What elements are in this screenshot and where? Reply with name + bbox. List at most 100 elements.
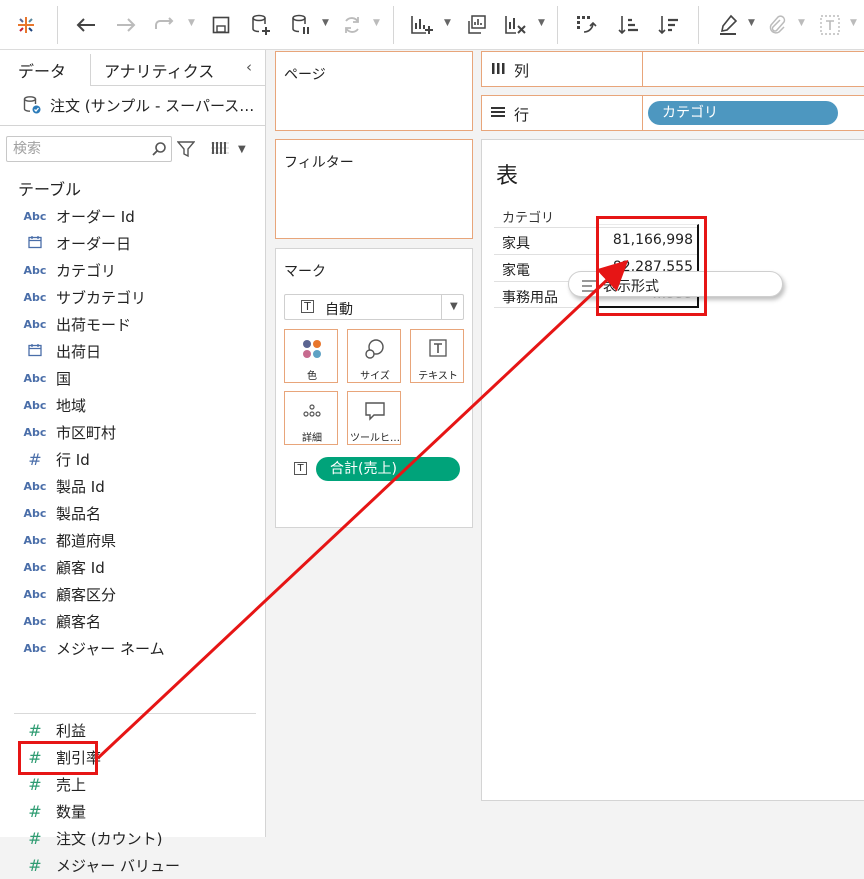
tableau-logo-icon[interactable] xyxy=(12,12,40,38)
toolbar-separator xyxy=(57,6,58,44)
highlight-caret-icon[interactable]: ▼ xyxy=(748,18,755,28)
tab-data[interactable]: データ xyxy=(18,58,66,82)
mark-type-dropdown[interactable]: T 自動 ▼ xyxy=(284,294,464,320)
new-datasource-icon[interactable] xyxy=(247,12,275,38)
columns-shelf-label: 列 xyxy=(482,52,643,86)
toolbar: ▼ ▼ ▼ ▼ ▼ ▼ ▼ ▼ xyxy=(0,0,864,50)
color-button[interactable]: 色 xyxy=(284,329,338,383)
text-button[interactable]: テキスト xyxy=(410,329,464,383)
redo-icon[interactable] xyxy=(112,12,140,38)
filters-shelf[interactable]: フィルター xyxy=(275,139,473,239)
field-item[interactable]: Abc オーダー Id xyxy=(0,203,266,230)
columns-icon xyxy=(490,60,506,80)
field-item[interactable]: Abc 出荷モード xyxy=(0,311,266,338)
data-pane-tabs: データ アナリティクス ‹ xyxy=(0,50,266,86)
refresh-caret-icon[interactable]: ▼ xyxy=(373,18,380,28)
sort-descending-icon[interactable] xyxy=(654,12,682,38)
category-column-header[interactable]: カテゴリ xyxy=(502,207,554,226)
sheet-title: 表 xyxy=(496,164,519,189)
detail-button[interactable]: 詳細 xyxy=(284,391,338,445)
replay-caret-icon[interactable]: ▼ xyxy=(188,18,195,28)
string-type-icon: Abc xyxy=(23,507,47,520)
field-item[interactable]: Abc メジャー ネーム xyxy=(0,635,266,662)
view-caret-icon[interactable]: ▼ xyxy=(238,144,246,155)
datasource-item[interactable]: 注文 (サンプル - スーパース… xyxy=(22,94,262,116)
filters-title: フィルター xyxy=(284,155,354,171)
field-item[interactable]: Abc 都道府県 xyxy=(0,527,266,554)
date-type-icon xyxy=(22,343,48,360)
size-button[interactable]: サイズ xyxy=(347,329,401,383)
filter-icon[interactable] xyxy=(176,140,196,162)
field-item[interactable]: Abc 顧客名 xyxy=(0,608,266,635)
dropdown-divider xyxy=(441,295,442,319)
view-list-icon[interactable] xyxy=(210,140,230,160)
field-item[interactable]: Abc 地域 xyxy=(0,392,266,419)
annotation-highlight-values xyxy=(596,216,707,316)
marks-title: マーク xyxy=(284,264,326,280)
divider xyxy=(0,125,266,126)
dimension-measure-divider xyxy=(14,713,256,714)
sort-ascending-icon[interactable] xyxy=(614,12,642,38)
number-type-icon: # xyxy=(28,450,42,469)
pause-caret-icon[interactable]: ▼ xyxy=(322,18,329,28)
field-item[interactable]: 出荷日 xyxy=(0,338,266,365)
label-icon[interactable] xyxy=(816,12,844,38)
field-item[interactable]: # 注文 (カウント) xyxy=(0,825,266,852)
duplicate-icon[interactable] xyxy=(462,12,490,38)
toolbar-separator xyxy=(698,6,699,44)
rows-shelf[interactable]: 行 カテゴリ xyxy=(481,95,864,131)
swap-rows-columns-icon[interactable] xyxy=(572,12,600,38)
field-item-quantity[interactable]: # 数量 xyxy=(0,798,266,825)
search-input[interactable] xyxy=(13,139,143,159)
new-worksheet-caret-icon[interactable]: ▼ xyxy=(444,18,451,28)
field-item[interactable]: # メジャー バリュー xyxy=(0,852,266,879)
field-item[interactable]: Abc 国 xyxy=(0,365,266,392)
collapse-pane-icon[interactable]: ‹ xyxy=(246,58,252,76)
field-item[interactable]: Abc 市区町村 xyxy=(0,419,266,446)
clear-sheet-icon[interactable] xyxy=(502,12,530,38)
label-caret-icon[interactable]: ▼ xyxy=(850,18,857,28)
field-item[interactable]: # 利益 xyxy=(0,717,266,744)
highlight-icon[interactable] xyxy=(714,12,742,38)
annotation-highlight-quantity xyxy=(18,741,98,775)
format-icon xyxy=(581,278,597,297)
pages-title: ページ xyxy=(284,67,326,83)
field-item[interactable]: Abc 製品名 xyxy=(0,500,266,527)
search-icon[interactable] xyxy=(151,141,167,161)
clear-caret-icon[interactable]: ▼ xyxy=(538,18,545,28)
search-box[interactable] xyxy=(6,136,172,162)
toolbar-separator xyxy=(557,6,558,44)
text-encoding-icon: T xyxy=(294,462,307,475)
field-item[interactable]: Abc サブカテゴリ xyxy=(0,284,266,311)
field-item[interactable]: Abc 顧客 Id xyxy=(0,554,266,581)
string-type-icon: Abc xyxy=(23,480,47,493)
pages-shelf[interactable]: ページ xyxy=(275,51,473,131)
pause-updates-icon[interactable] xyxy=(287,12,315,38)
field-item[interactable]: オーダー日 xyxy=(0,230,266,257)
refresh-icon[interactable] xyxy=(338,12,366,38)
group-icon[interactable] xyxy=(764,12,790,38)
text-mark-icon: T xyxy=(301,300,314,313)
field-item[interactable]: Abc カテゴリ xyxy=(0,257,266,284)
field-item[interactable]: # 売上 xyxy=(0,771,266,798)
category-pill[interactable]: カテゴリ xyxy=(648,101,838,125)
measure-type-icon: # xyxy=(28,856,42,875)
detail-icon xyxy=(285,400,339,426)
tooltip-button[interactable]: ツールヒ… xyxy=(347,391,401,445)
field-item[interactable]: Abc 製品 Id xyxy=(0,473,266,500)
string-type-icon: Abc xyxy=(23,291,47,304)
save-icon[interactable] xyxy=(207,12,235,38)
data-pane: データ アナリティクス ‹ 注文 (サンプル - スーパース… ▼ テーブル A… xyxy=(0,50,266,875)
measure-type-icon: # xyxy=(28,829,42,848)
group-caret-icon[interactable]: ▼ xyxy=(798,18,805,28)
field-item[interactable]: Abc 顧客区分 xyxy=(0,581,266,608)
undo-icon[interactable] xyxy=(72,12,100,38)
columns-shelf[interactable]: 列 xyxy=(481,51,864,87)
replay-icon[interactable] xyxy=(152,12,180,38)
sum-sales-pill[interactable]: 合計(売上) xyxy=(316,457,460,481)
size-icon xyxy=(348,338,402,364)
field-item[interactable]: # 行 Id xyxy=(0,446,266,473)
new-worksheet-icon[interactable] xyxy=(408,12,436,38)
measure-type-icon: # xyxy=(28,775,42,794)
tab-analytics[interactable]: アナリティクス xyxy=(104,58,214,82)
